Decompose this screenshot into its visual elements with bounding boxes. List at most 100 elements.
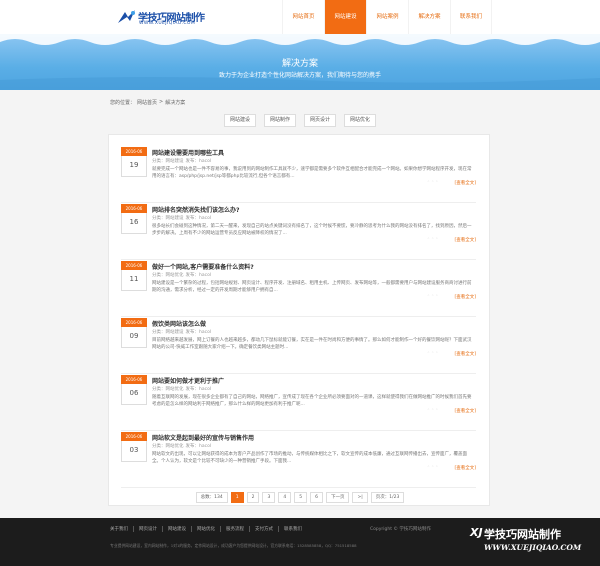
next-page-button[interactable]: 下一页 bbox=[325, 492, 350, 503]
site-logo[interactable]: 学技巧网站制作 WWW.XUEJIQIAO.COM bbox=[116, 7, 226, 29]
breadcrumb-prefix: 您的位置： bbox=[110, 100, 136, 106]
article-title-link[interactable]: 网站建设需要用到哪些工具 bbox=[152, 148, 224, 157]
date-day: 06 bbox=[129, 389, 139, 397]
article-item: 2016-06 19 网站建设需要用到哪些工具 分类：网站建设 发布：hacol 就要完成… bbox=[121, 147, 476, 203]
article-meta: 分类：网站优化 发布：hacol bbox=[152, 272, 211, 278]
share-icon[interactable]: ◦ ◦ ◦ bbox=[427, 408, 438, 413]
date-month: 2016-06 bbox=[121, 204, 147, 213]
date-month: 2016-06 bbox=[121, 432, 147, 441]
last-page-button[interactable]: >| bbox=[352, 492, 368, 503]
share-icon[interactable]: ◦ ◦ ◦ bbox=[427, 294, 438, 299]
date-month: 2016-06 bbox=[121, 147, 147, 156]
page-link-5[interactable]: 5 bbox=[294, 492, 308, 503]
page-link-6[interactable]: 6 bbox=[310, 492, 323, 503]
article-item: 2016-06 16 网站排名突然消失找们该怎么办? 分类：网站建设 发布：hacol 很… bbox=[121, 204, 476, 260]
article-author: 发布：hacol bbox=[185, 330, 212, 335]
read-more-link[interactable]: [查看全文] bbox=[454, 408, 476, 414]
article-author: 发布：hacol bbox=[185, 216, 212, 221]
breadcrumb-separator: > bbox=[159, 99, 164, 105]
read-more-link[interactable]: [查看全文] bbox=[454, 294, 476, 300]
page-link-2[interactable]: 2 bbox=[246, 492, 260, 503]
nav-home[interactable]: 网站首页 bbox=[282, 0, 324, 34]
share-icon[interactable]: ◦ ◦ ◦ bbox=[427, 465, 438, 470]
read-more-link[interactable]: [查看全文] bbox=[454, 237, 476, 243]
date-day: 09 bbox=[129, 332, 139, 340]
article-author: 发布：hacol bbox=[185, 273, 212, 278]
article-excerpt: 很多站长们会碰到这种情况，第二天一醒来，发现自己的站点关键词没有排名了，这个时候… bbox=[152, 224, 472, 236]
read-more-link[interactable]: [查看全文] bbox=[454, 465, 476, 471]
footer-link[interactable]: 支付方式 bbox=[250, 526, 279, 532]
footer-info: 专业提供网站建设，室内网站制作，1对1的服务，定作网站设计，成功客户为您提供网站… bbox=[110, 543, 357, 548]
share-icon[interactable]: ◦ ◦ ◦ bbox=[427, 237, 438, 242]
footer-links: 关于我们 网页设计 网站建设 网站优化 服务流程 支付方式 联系我们 bbox=[110, 526, 307, 532]
article-category: 分类：网站建设 bbox=[152, 216, 184, 221]
article-meta: 分类：网站优化 发布：hacol bbox=[152, 443, 211, 449]
pagination-info: 页次：1/23 bbox=[370, 492, 405, 503]
tab-website-making[interactable]: 网站制作 bbox=[264, 114, 296, 127]
date-day: 19 bbox=[129, 161, 139, 169]
tab-website-optimization[interactable]: 网站优化 bbox=[344, 114, 376, 127]
article-item: 2016-06 03 网站软文是起到最好的宣传与销售作用 分类：网站优化 发布：haco… bbox=[121, 432, 476, 488]
article-item: 2016-06 11 做好一个网站,客户需要准备什么资料? 分类：网站优化 发布：hac… bbox=[121, 261, 476, 317]
footer-link[interactable]: 关于我们 bbox=[110, 526, 134, 532]
nav-cases[interactable]: 网站案例 bbox=[366, 0, 408, 34]
watermark-url: WWW.XUEJIQIAO.COM bbox=[484, 543, 582, 552]
article-category: 分类：网站优化 bbox=[152, 273, 184, 278]
article-category: 分类：网站建设 bbox=[152, 330, 184, 335]
tab-web-design[interactable]: 网页设计 bbox=[304, 114, 336, 127]
article-title-link[interactable]: 网站排名突然消失找们该怎么办? bbox=[152, 205, 239, 214]
read-more-link[interactable]: [查看全文] bbox=[454, 351, 476, 357]
footer-link[interactable]: 联系我们 bbox=[279, 526, 307, 532]
date-day: 11 bbox=[129, 275, 139, 283]
footer-link[interactable]: 网页设计 bbox=[134, 526, 163, 532]
article-excerpt: 就要完成一个网站也是一件不容易的事，我说用到的网站制作工具就不少，速学都是需要多… bbox=[152, 167, 472, 179]
breadcrumb-current: 解决方案 bbox=[165, 100, 186, 106]
date-day: 03 bbox=[129, 446, 139, 454]
logo-url: WWW.XUEJIQIAO.COM bbox=[139, 21, 196, 26]
watermark-brand: 学技巧网站制作 bbox=[484, 528, 561, 541]
breadcrumb-home-link[interactable]: 网站首页 bbox=[137, 99, 157, 106]
share-icon[interactable]: ◦ ◦ ◦ bbox=[427, 351, 438, 356]
article-meta: 分类：网站建设 发布：hacol bbox=[152, 158, 211, 164]
tab-website-building[interactable]: 网站建设 bbox=[224, 114, 256, 127]
article-title-link[interactable]: 做好一个网站,客户需要准备什么资料? bbox=[152, 262, 254, 271]
article-author: 发布：hacol bbox=[185, 444, 212, 449]
banner-subtitle: 致力于为企业打造个性化网站解决方案，我们期待与您的携手 bbox=[218, 72, 381, 79]
article-title-link[interactable]: 网站要如何做才更利于推广 bbox=[152, 376, 224, 385]
date-badge: 2016-06 16 bbox=[121, 204, 147, 234]
page-banner: 解决方案 致力于为企业打造个性化网站解决方案，我们期待与您的携手 bbox=[0, 34, 600, 90]
article-title-link[interactable]: 网站软文是起到最好的宣传与销售作用 bbox=[152, 433, 254, 442]
page-link-4[interactable]: 4 bbox=[278, 492, 292, 503]
date-badge: 2016-06 06 bbox=[121, 375, 147, 405]
article-author: 发布：hacol bbox=[185, 159, 212, 164]
date-month: 2016-06 bbox=[121, 375, 147, 384]
share-icon[interactable]: ◦ ◦ ◦ bbox=[427, 180, 438, 185]
footer-copyright: Copyright © 学技巧网站制作 bbox=[370, 527, 431, 532]
pagination: 总数：134 1 2 3 4 5 6 下一页 >| 页次：1/23 bbox=[104, 492, 496, 503]
category-tabs: 网站建设 网站制作 网页设计 网站优化 bbox=[0, 114, 600, 127]
nav-website-building[interactable]: 网站建设 bbox=[324, 0, 366, 34]
main-nav: 网站首页 网站建设 网站案例 解决方案 联系我们 bbox=[282, 0, 492, 34]
nav-solutions[interactable]: 解决方案 bbox=[408, 0, 450, 34]
footer-link[interactable]: 网站建设 bbox=[163, 526, 192, 532]
read-more-link[interactable]: [查看全文] bbox=[454, 180, 476, 186]
watermark-mark-icon: XJ bbox=[470, 526, 483, 539]
page-link-3[interactable]: 3 bbox=[262, 492, 276, 503]
article-excerpt: 目前网络越来越发展，网上订餐的人也越来越多，都动几下鼠标就能订餐，实在是一件在时… bbox=[152, 338, 472, 350]
article-title-link[interactable]: 假饮类网站该怎么做 bbox=[152, 319, 206, 328]
date-badge: 2016-06 03 bbox=[121, 432, 147, 462]
article-category: 分类：网站优化 bbox=[152, 387, 184, 392]
nav-contact[interactable]: 联系我们 bbox=[450, 0, 492, 34]
footer-link[interactable]: 服务流程 bbox=[221, 526, 250, 532]
date-day: 16 bbox=[129, 218, 139, 226]
breadcrumb: 您的位置： 网站首页 > 解决方案 bbox=[110, 99, 185, 106]
site-header: 学技巧网站制作 WWW.XUEJIQIAO.COM 网站首页 网站建设 网站案例 解决… bbox=[0, 0, 600, 34]
date-badge: 2016-06 09 bbox=[121, 318, 147, 348]
date-badge: 2016-06 19 bbox=[121, 147, 147, 177]
footer-link[interactable]: 网站优化 bbox=[192, 526, 221, 532]
page-link-1[interactable]: 1 bbox=[230, 492, 244, 503]
pagination-total: 总数：134 bbox=[195, 492, 228, 503]
date-badge: 2016-06 11 bbox=[121, 261, 147, 291]
banner-title: 解决方案 bbox=[281, 59, 318, 69]
article-item: 2016-06 09 假饮类网站该怎么做分类：网站建设 发布：hacol 目前网络越来越… bbox=[121, 318, 476, 374]
